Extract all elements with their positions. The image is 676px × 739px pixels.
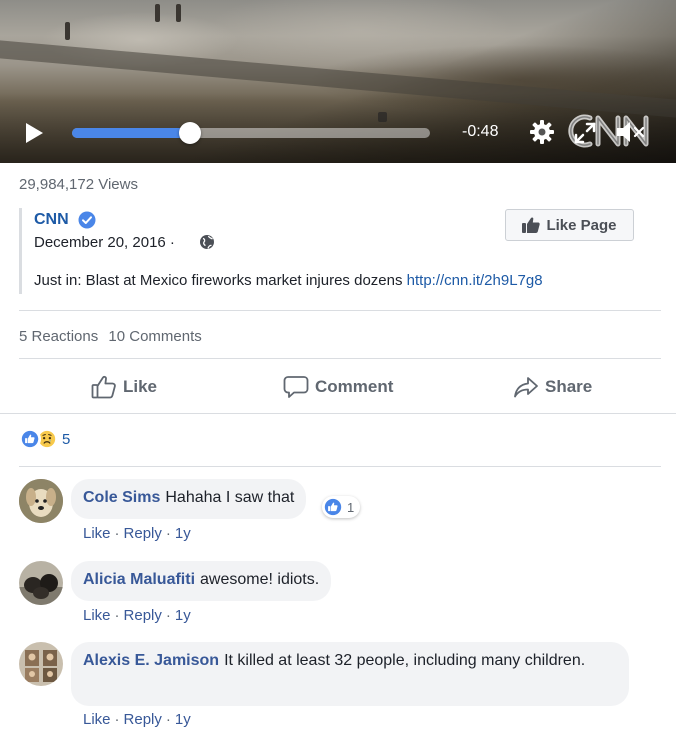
post-message-text: Just in: Blast at Mexico fireworks marke… (34, 272, 403, 289)
post-message: Just in: Blast at Mexico fireworks marke… (34, 272, 543, 289)
reaction-count: 5 (62, 430, 71, 448)
avatar[interactable] (19, 479, 63, 523)
comment-bubble-icon (283, 376, 309, 398)
page-name-link[interactable]: CNN (34, 211, 69, 229)
comment-text: It killed at least 32 people, including … (224, 652, 586, 669)
like-page-label: Like Page (546, 216, 617, 234)
comment-age-link[interactable]: 1y (175, 607, 191, 624)
comment-action-button[interactable]: Comment (283, 372, 393, 402)
comment-reply-link[interactable]: Reply (124, 525, 162, 542)
expand-icon (574, 122, 596, 144)
verified-badge-icon (78, 211, 96, 229)
divider (19, 466, 661, 467)
comment-like-link[interactable]: Like (83, 525, 111, 542)
divider (19, 358, 661, 359)
commenter-name[interactable]: Alexis E. Jamison (83, 652, 219, 669)
progress-bar[interactable] (72, 122, 430, 144)
share-arrow-icon (514, 377, 538, 398)
post-date[interactable]: December 20, 2016 · (34, 234, 175, 251)
post-stats: 5 Reactions 10 Comments (19, 328, 208, 345)
avatar-image-dogs (19, 561, 63, 605)
video-figure (155, 4, 160, 22)
play-icon (26, 123, 43, 143)
reactions-count-link[interactable]: 5 Reactions (19, 328, 98, 345)
meta-separator: · (114, 711, 120, 728)
comment-bubble: Alexis E. Jamison It killed at least 32 p… (71, 642, 629, 706)
like-action-label: Like (123, 377, 158, 396)
video-figure (176, 4, 181, 22)
comment-action-label: Comment (315, 377, 394, 396)
comment-like-link[interactable]: Like (83, 711, 111, 728)
progress-fill (72, 128, 191, 138)
comment-meta: Like · Reply · 1y (83, 607, 191, 624)
video-figure (65, 22, 70, 40)
thumbs-up-icon (522, 217, 541, 233)
comment-reply-link[interactable]: Reply (124, 607, 162, 624)
meta-separator: · (165, 607, 171, 624)
avatar[interactable] (19, 642, 63, 686)
section-divider (0, 413, 676, 414)
comment-like-link[interactable]: Like (83, 607, 111, 624)
fullscreen-button[interactable] (572, 120, 598, 146)
date-separator: · (169, 234, 175, 251)
avatar-image-portraits (19, 642, 63, 686)
avatar-image-dog (19, 479, 63, 523)
comment-text: Hahaha I saw that (165, 489, 295, 506)
view-count: 29,984,172 Views (19, 176, 138, 193)
divider (19, 310, 661, 311)
meta-separator: · (165, 525, 171, 542)
progress-scrubber[interactable] (179, 122, 202, 144)
meta-separator: · (114, 607, 120, 624)
share-action-label: Share (545, 377, 593, 396)
comment-reaction-count: 1 (347, 499, 355, 515)
post-link[interactable]: http://cnn.it/2h9L7g8 (407, 272, 543, 289)
comment-bubble: Cole Sims Hahaha I saw that (71, 479, 307, 519)
globe-icon (200, 235, 214, 249)
meta-separator: · (165, 711, 171, 728)
mute-button[interactable] (614, 118, 648, 146)
like-action-button[interactable]: Like (91, 372, 157, 402)
commenter-name[interactable]: Alicia Maluafiti (83, 571, 195, 588)
settings-button[interactable] (527, 117, 557, 147)
comment-age-link[interactable]: 1y (175, 525, 191, 542)
post-date-text[interactable]: December 20, 2016 (34, 234, 166, 251)
like-reaction-icon (19, 428, 41, 450)
comment-age-link[interactable]: 1y (175, 711, 191, 728)
play-button[interactable] (22, 121, 46, 145)
reaction-summary[interactable]: 5 (19, 428, 70, 450)
comment-meta: Like · Reply · 1y (83, 525, 191, 542)
time-remaining: -0:48 (462, 123, 499, 140)
like-reaction-icon (324, 498, 342, 516)
comment-text: awesome! idiots. (200, 571, 320, 588)
gear-icon (530, 120, 554, 144)
thumbs-up-outline-icon (91, 375, 116, 399)
comment-reply-link[interactable]: Reply (124, 711, 162, 728)
volume-muted-icon (617, 122, 645, 142)
share-action-button[interactable]: Share (513, 372, 592, 402)
commenter-name[interactable]: Cole Sims (83, 489, 160, 506)
avatar[interactable] (19, 561, 63, 605)
meta-separator: · (114, 525, 120, 542)
video-player[interactable]: -0:48 (0, 0, 676, 163)
comments-count-link[interactable]: 10 Comments (108, 328, 201, 345)
comment-meta: Like · Reply · 1y (83, 711, 191, 728)
comment-bubble: Alicia Maluafiti awesome! idiots. (71, 561, 332, 601)
comment-reaction-badge[interactable]: 1 (322, 496, 361, 518)
like-page-button[interactable]: Like Page (505, 209, 634, 241)
